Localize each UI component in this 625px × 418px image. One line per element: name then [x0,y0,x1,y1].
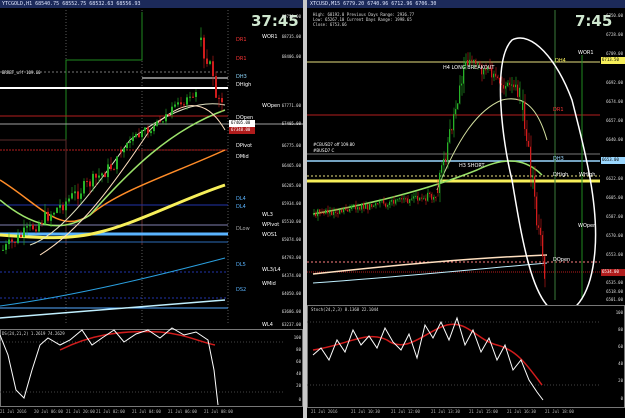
right-indicator-plot [307,316,600,401]
right-time-axis: 21 Jul 2016 21 Jul 10:30 21 Jul 12:00 21… [311,409,574,414]
left-time-axis: 21 Jul 2016 20 Jul 06:00 21 Jul 20:00 21… [0,409,233,414]
left-chart-window[interactable]: YTCGOLD,H1 68540.75 68552.75 68532.63 68… [0,0,303,418]
right-indicator-axis: 100 80 60 40 20 0 [615,310,623,401]
right-chart-window[interactable]: XTCUSD,M15 6779.20 6740.96 6712.96 6706.… [307,0,625,418]
left-indicator-axis: 100 80 60 40 20 0 [293,335,301,402]
left-indicator-plot [0,327,283,406]
